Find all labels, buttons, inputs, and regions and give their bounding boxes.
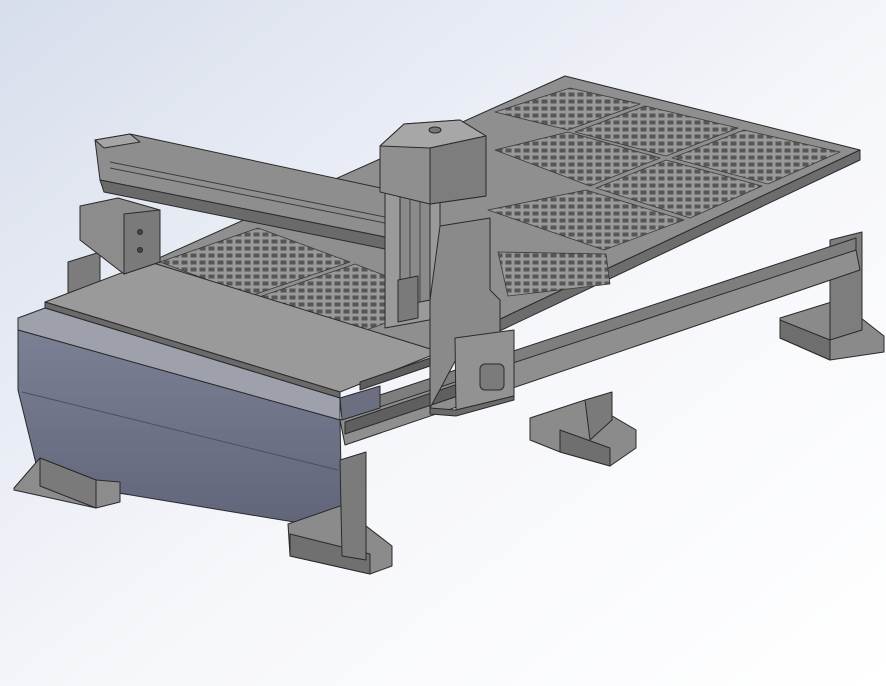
y-motor-cover: [479, 363, 505, 391]
cad-viewport[interactable]: [0, 0, 886, 686]
cnc-machine-render: [0, 0, 886, 686]
spindle-motor-housing: [379, 119, 487, 205]
